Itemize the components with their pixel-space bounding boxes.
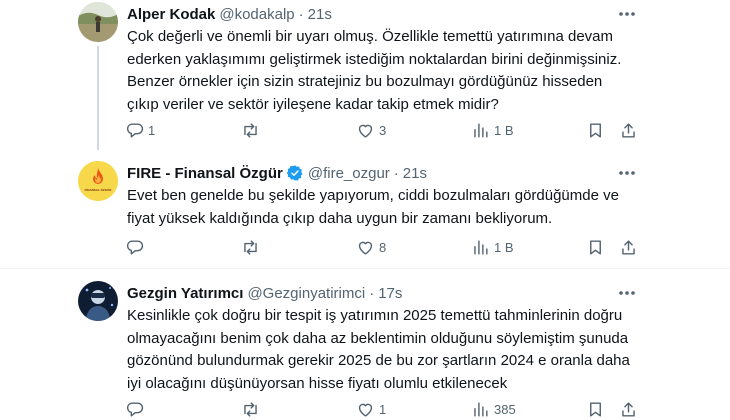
action-bar: 1 3 1 B bbox=[119, 118, 639, 142]
avatar[interactable] bbox=[78, 281, 118, 321]
separator-dot: · bbox=[393, 164, 399, 182]
share-icon bbox=[622, 239, 635, 255]
tweet-2[interactable]: FİNANSAL ÖZGÜR FIRE - Finansal Özgür @fi… bbox=[0, 150, 730, 268]
view-count: 385 bbox=[494, 401, 516, 417]
tweet-text-line: Çok değerli ve önemli bir uyarı olmuş. Ö… bbox=[127, 28, 614, 45]
tweet-text: Çok değerli ve önemli bir uyarı olmuş. Ö… bbox=[127, 26, 647, 116]
bookmark-button[interactable] bbox=[586, 397, 605, 420]
avatar[interactable] bbox=[78, 2, 118, 42]
view-count: 1 B bbox=[494, 122, 514, 138]
tweet-text-line: Evet ben genelde bu şekilde yapıyorum, c… bbox=[127, 187, 619, 204]
tweet-3[interactable]: Gezgin Yatırımcı @Gezginyatirimci · 17s … bbox=[0, 269, 730, 420]
display-name[interactable]: Gezgin Yatırımcı bbox=[127, 285, 243, 302]
tweet-text: Evet ben genelde bu şekilde yapıyorum, c… bbox=[127, 185, 647, 230]
tweet-header: Gezgin Yatırımcı @Gezginyatirimci · 17s bbox=[127, 283, 402, 303]
like-icon bbox=[358, 403, 373, 417]
views-icon bbox=[474, 239, 488, 255]
tweet-text-line: çıkıp veriler ve sektör iyileşene kadar … bbox=[127, 95, 499, 113]
more-icon[interactable] bbox=[614, 163, 640, 183]
reply-button[interactable] bbox=[125, 235, 148, 259]
reply-icon bbox=[126, 239, 144, 255]
reply-count: 1 bbox=[148, 122, 156, 138]
views-icon bbox=[474, 401, 488, 417]
tweet-text-line: fiyat yüksek kaldığında çıkıp daha uygun… bbox=[127, 209, 553, 227]
display-name[interactable]: Alper Kodak bbox=[127, 6, 215, 23]
timestamp[interactable]: 21s bbox=[308, 6, 332, 23]
tweet-header: FIRE - Finansal Özgür @fire_ozgur · 21s bbox=[127, 163, 427, 183]
display-name[interactable]: FIRE - Finansal Özgür bbox=[127, 165, 283, 182]
tweet-text-line: olmayacağını benim çok daha az beklentim… bbox=[127, 329, 629, 347]
like-count: 3 bbox=[379, 122, 387, 138]
action-bar: 1 385 bbox=[119, 397, 639, 420]
reply-button[interactable]: 1 bbox=[125, 118, 155, 142]
view-count: 1 B bbox=[494, 239, 514, 255]
action-bar: 8 1 B bbox=[119, 235, 639, 259]
avatar-photo bbox=[78, 281, 118, 321]
user-handle[interactable]: @fire_ozgur bbox=[308, 165, 390, 182]
tweet-text-line: Kesinlikle çok doğru bir tespit iş yatır… bbox=[127, 307, 623, 324]
share-icon bbox=[622, 401, 635, 417]
tweet-text: Kesinlikle çok doğru bir tespit iş yatır… bbox=[127, 305, 657, 395]
views-button[interactable]: 1 B bbox=[471, 118, 514, 142]
more-icon[interactable] bbox=[614, 283, 640, 303]
bookmark-button[interactable] bbox=[586, 118, 605, 142]
retweet-icon bbox=[244, 401, 257, 417]
retweet-icon bbox=[244, 122, 257, 138]
retweet-button[interactable] bbox=[241, 118, 264, 142]
like-button[interactable]: 3 bbox=[356, 118, 386, 142]
like-button[interactable]: 1 bbox=[356, 397, 386, 420]
thread-line bbox=[97, 46, 99, 150]
share-icon bbox=[622, 122, 635, 138]
timestamp[interactable]: 21s bbox=[403, 165, 427, 182]
separator-dot: · bbox=[298, 5, 304, 23]
retweet-button[interactable] bbox=[241, 235, 264, 259]
bookmark-icon bbox=[590, 401, 601, 417]
separator-dot: · bbox=[369, 284, 375, 302]
share-button[interactable] bbox=[619, 397, 638, 420]
bookmark-icon bbox=[590, 239, 601, 255]
reply-button[interactable] bbox=[125, 397, 148, 420]
share-button[interactable] bbox=[619, 118, 638, 142]
verified-badge-icon bbox=[286, 164, 304, 182]
tweet-text-line: Benzer örnekler için sizin stratejiniz b… bbox=[127, 73, 603, 90]
timestamp[interactable]: 17s bbox=[378, 285, 402, 302]
tweet-text-line: ederken yaklaşımımı geliştirmek istediği… bbox=[127, 50, 622, 68]
views-button[interactable]: 385 bbox=[471, 397, 516, 420]
retweet-icon bbox=[244, 239, 257, 255]
avatar-photo bbox=[78, 2, 118, 42]
reply-icon bbox=[126, 122, 144, 138]
views-icon bbox=[474, 122, 488, 138]
like-icon bbox=[358, 241, 373, 255]
avatar-logo-text: FİNANSAL ÖZGÜR bbox=[84, 188, 112, 192]
user-handle[interactable]: @kodakalp bbox=[219, 6, 294, 23]
tweet-text-line: iyi olacağını düşünüyorsan hisse fiyatı … bbox=[127, 374, 508, 392]
like-count: 1 bbox=[379, 401, 387, 417]
tweet-1[interactable]: Alper Kodak @kodakalp · 21s Çok değerli … bbox=[0, 0, 730, 150]
like-icon bbox=[358, 124, 373, 138]
reply-icon bbox=[126, 401, 144, 417]
bookmark-icon bbox=[590, 122, 601, 138]
share-button[interactable] bbox=[619, 235, 638, 259]
views-button[interactable]: 1 B bbox=[471, 235, 514, 259]
retweet-button[interactable] bbox=[241, 397, 264, 420]
user-handle[interactable]: @Gezginyatirimci bbox=[247, 285, 365, 302]
like-count: 8 bbox=[379, 239, 387, 255]
more-icon[interactable] bbox=[614, 4, 640, 24]
tweet-header: Alper Kodak @kodakalp · 21s bbox=[127, 4, 332, 24]
bookmark-button[interactable] bbox=[586, 235, 605, 259]
tweet-text-line: gözönünd bulundurmak gerekir 2025 de bu … bbox=[127, 352, 630, 369]
like-button[interactable]: 8 bbox=[356, 235, 386, 259]
